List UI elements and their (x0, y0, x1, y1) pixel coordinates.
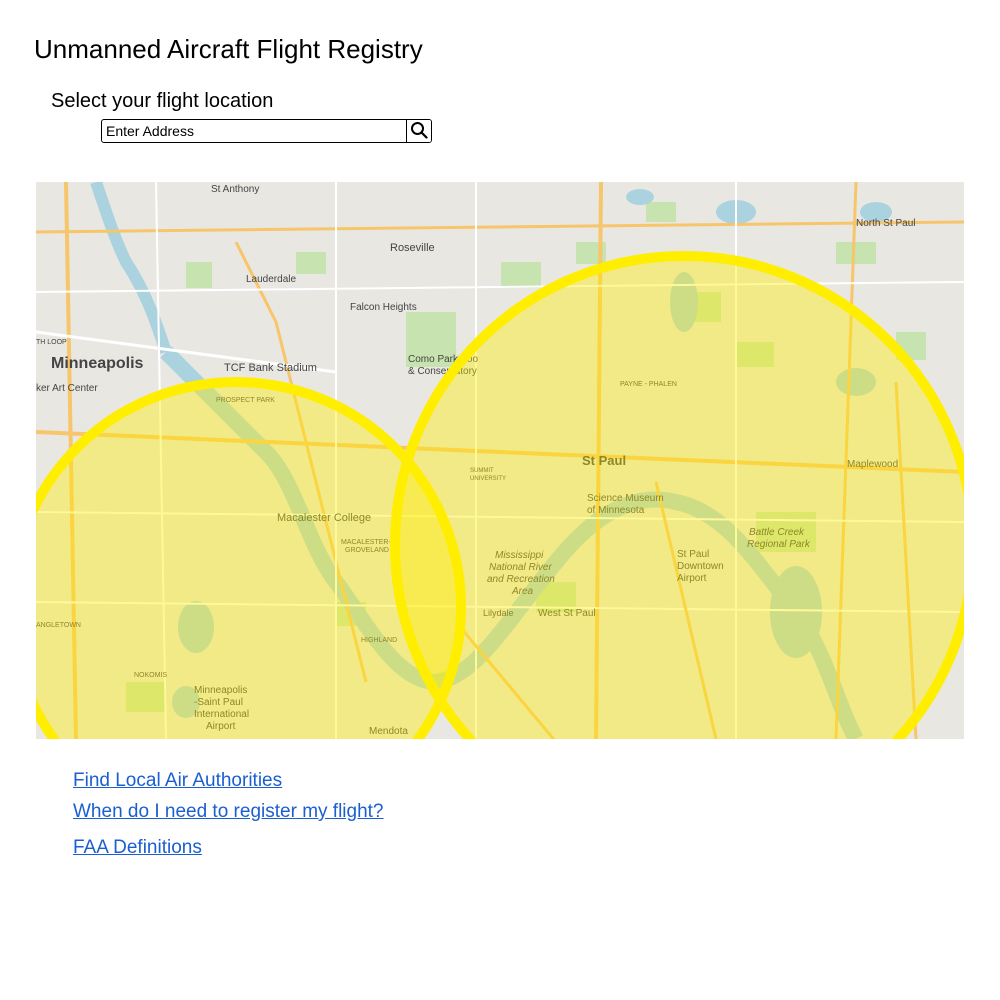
faa-definitions-link[interactable]: FAA Definitions (73, 837, 202, 859)
page-title: Unmanned Aircraft Flight Registry (34, 34, 423, 64)
map-label-st-anthony: St Anthony (211, 184, 259, 195)
address-search-box (101, 119, 432, 143)
map-label-roseville: Roseville (390, 242, 435, 254)
map-label-lauderdale: Lauderdale (246, 274, 296, 285)
flight-map[interactable]: Minneapolis St Paul Roseville Lauderdale… (36, 182, 964, 739)
map-label-north-st-paul: North St Paul (856, 218, 915, 229)
find-local-air-authorities-link[interactable]: Find Local Air Authorities (73, 770, 282, 792)
search-button[interactable] (406, 120, 431, 142)
when-register-link[interactable]: When do I need to register my flight? (73, 801, 384, 823)
map-label-tcf: TCF Bank Stadium (224, 362, 317, 374)
map-label-falcon-heights: Falcon Heights (350, 302, 417, 313)
map-label-th-loop: TH LOOP (36, 339, 67, 346)
map-label-minneapolis: Minneapolis (51, 355, 144, 372)
address-input[interactable] (102, 120, 406, 142)
map-label-art-center: ker Art Center (36, 383, 98, 394)
search-icon (410, 121, 428, 142)
flight-location-label: Select your flight location (51, 90, 274, 112)
